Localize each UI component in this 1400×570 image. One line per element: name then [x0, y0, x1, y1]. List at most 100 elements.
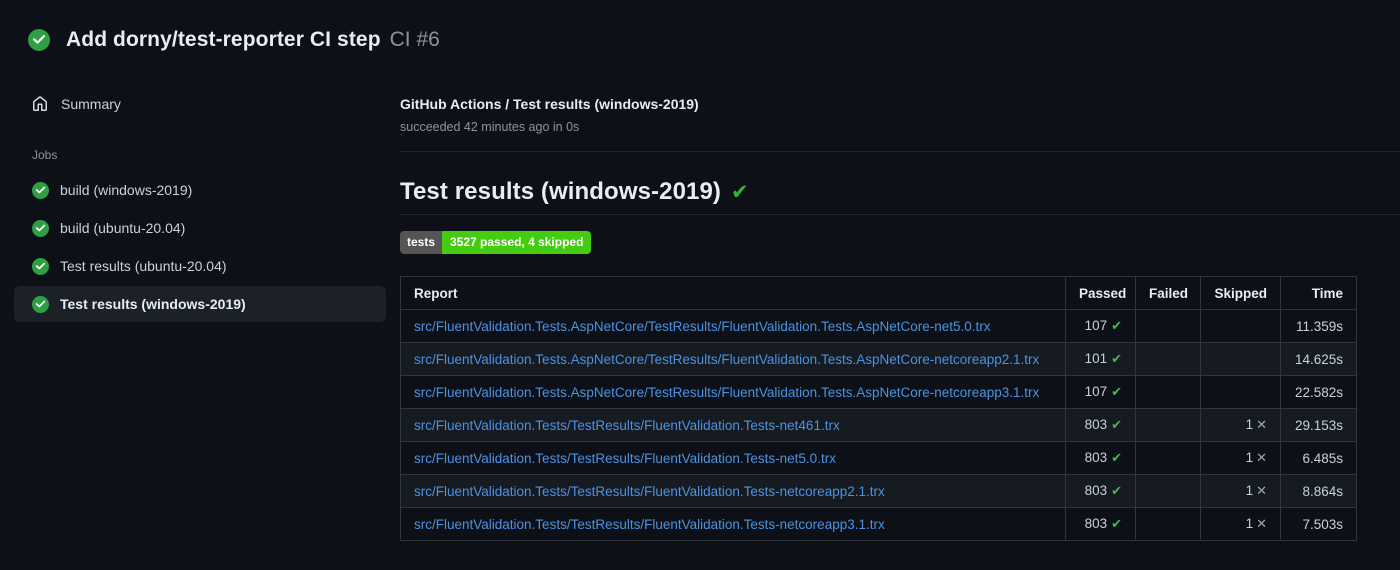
- table-header-row: Report Passed Failed Skipped Time: [400, 276, 1357, 310]
- skipped-x-icon: ✕: [1256, 517, 1267, 532]
- check-run-meta: GitHub Actions / Test results (windows-2…: [400, 96, 1400, 134]
- failed-cell: [1135, 309, 1201, 343]
- report-cell: src/FluentValidation.Tests/TestResults/F…: [400, 507, 1066, 541]
- report-link[interactable]: src/FluentValidation.Tests.AspNetCore/Te…: [414, 319, 991, 334]
- job-success-check-icon: [32, 257, 49, 275]
- skipped-cell: 1 ✕: [1200, 408, 1281, 442]
- report-link[interactable]: src/FluentValidation.Tests/TestResults/F…: [414, 484, 885, 499]
- home-icon: [33, 96, 47, 111]
- passed-check-icon: ✔: [1111, 517, 1122, 532]
- failed-cell: [1135, 474, 1201, 508]
- table-row: src/FluentValidation.Tests.AspNetCore/Te…: [400, 309, 1357, 343]
- jobs-section-label: Jobs: [32, 148, 58, 162]
- time-cell: 22.582s: [1280, 375, 1357, 409]
- passed-cell: 803 ✔: [1065, 474, 1136, 508]
- page-body: Summary Jobs build (windows-2019) build (…: [0, 90, 1400, 541]
- skipped-x-icon: ✕: [1256, 451, 1267, 466]
- failed-cell: [1135, 507, 1201, 541]
- report-link[interactable]: src/FluentValidation.Tests/TestResults/F…: [414, 418, 840, 433]
- time-cell: 8.864s: [1280, 474, 1357, 508]
- report-cell: src/FluentValidation.Tests.AspNetCore/Te…: [400, 342, 1066, 376]
- check-run-status-line: succeeded 42 minutes ago in 0s: [400, 120, 580, 134]
- time-cell: 14.625s: [1280, 342, 1357, 376]
- report-cell: src/FluentValidation.Tests/TestResults/F…: [400, 474, 1066, 508]
- sidebar-item-job[interactable]: build (ubuntu-20.04): [14, 210, 386, 246]
- time-cell: 11.359s: [1280, 309, 1357, 343]
- sidebar-item-job[interactable]: Test results (ubuntu-20.04): [14, 248, 386, 284]
- jobs-list: build (windows-2019) build (ubuntu-20.04)…: [0, 172, 400, 322]
- sidebar-item-job[interactable]: build (windows-2019): [14, 172, 386, 208]
- sidebar-summary-label: Summary: [61, 96, 121, 112]
- sidebar-item-summary[interactable]: Summary: [0, 90, 400, 118]
- table-row: src/FluentValidation.Tests/TestResults/F…: [400, 474, 1357, 508]
- report-heading-text: Test results (windows-2019): [400, 178, 722, 205]
- skipped-cell: [1200, 342, 1281, 376]
- passed-cell: 101 ✔: [1065, 342, 1136, 376]
- report-link[interactable]: src/FluentValidation.Tests/TestResults/F…: [414, 451, 836, 466]
- job-success-check-icon: [32, 219, 49, 237]
- passed-check-icon: ✔: [1111, 319, 1122, 334]
- column-header-failed: Failed: [1135, 276, 1201, 310]
- passed-cell: 107 ✔: [1065, 309, 1136, 343]
- skipped-x-icon: ✕: [1256, 418, 1267, 433]
- heading-success-check-icon: ✔: [731, 180, 749, 204]
- run-title: Add dorny/test-reporter CI step: [66, 28, 381, 51]
- time-cell: 6.485s: [1280, 441, 1357, 475]
- table-row: src/FluentValidation.Tests/TestResults/F…: [400, 408, 1357, 442]
- passed-check-icon: ✔: [1111, 418, 1122, 433]
- tests-badge-value: 3527 passed, 4 skipped: [442, 231, 592, 254]
- time-cell: 29.153s: [1280, 408, 1357, 442]
- tests-badge-label: tests: [400, 231, 443, 254]
- passed-check-icon: ✔: [1111, 451, 1122, 466]
- column-header-passed: Passed: [1065, 276, 1136, 310]
- table-row: src/FluentValidation.Tests/TestResults/F…: [400, 507, 1357, 541]
- passed-check-icon: ✔: [1111, 484, 1122, 499]
- report-link[interactable]: src/FluentValidation.Tests/TestResults/F…: [414, 517, 885, 532]
- test-results-table: Report Passed Failed Skipped Time src/Fl…: [400, 276, 1357, 541]
- skipped-x-icon: ✕: [1256, 484, 1267, 499]
- table-row: src/FluentValidation.Tests/TestResults/F…: [400, 441, 1357, 475]
- report-heading: Test results (windows-2019) ✔: [400, 178, 1400, 215]
- job-label: Test results (ubuntu-20.04): [60, 258, 227, 274]
- tests-badge: tests 3527 passed, 4 skipped: [400, 231, 592, 254]
- passed-check-icon: ✔: [1111, 352, 1122, 367]
- run-number: CI #6: [389, 28, 440, 51]
- report-link[interactable]: src/FluentValidation.Tests.AspNetCore/Te…: [414, 385, 1039, 400]
- job-label: build (ubuntu-20.04): [60, 220, 186, 236]
- failed-cell: [1135, 408, 1201, 442]
- job-label: build (windows-2019): [60, 182, 193, 198]
- time-cell: 7.503s: [1280, 507, 1357, 541]
- table-row: src/FluentValidation.Tests.AspNetCore/Te…: [400, 342, 1357, 376]
- failed-cell: [1135, 375, 1201, 409]
- check-run-title: GitHub Actions / Test results (windows-2…: [400, 96, 699, 112]
- skipped-cell: [1200, 375, 1281, 409]
- report-cell: src/FluentValidation.Tests/TestResults/F…: [400, 408, 1066, 442]
- passed-check-icon: ✔: [1111, 385, 1122, 400]
- column-header-report: Report: [400, 276, 1066, 310]
- success-check-circle-icon: [28, 29, 50, 51]
- job-success-check-icon: [32, 181, 49, 199]
- report-link[interactable]: src/FluentValidation.Tests.AspNetCore/Te…: [414, 352, 1039, 367]
- sidebar: Summary Jobs build (windows-2019) build (…: [0, 90, 400, 541]
- passed-cell: 803 ✔: [1065, 408, 1136, 442]
- passed-cell: 107 ✔: [1065, 375, 1136, 409]
- passed-cell: 803 ✔: [1065, 441, 1136, 475]
- passed-cell: 803 ✔: [1065, 507, 1136, 541]
- failed-cell: [1135, 441, 1201, 475]
- skipped-cell: 1 ✕: [1200, 441, 1281, 475]
- failed-cell: [1135, 342, 1201, 376]
- main-content: GitHub Actions / Test results (windows-2…: [400, 90, 1400, 541]
- check-run-page: Add dorny/test-reporter CI step CI #6 Su…: [0, 0, 1400, 541]
- workflow-run-header: Add dorny/test-reporter CI step CI #6: [0, 0, 1400, 52]
- sidebar-item-job[interactable]: Test results (windows-2019): [14, 286, 386, 322]
- section-divider: [400, 151, 1400, 152]
- report-cell: src/FluentValidation.Tests.AspNetCore/Te…: [400, 309, 1066, 343]
- job-label: Test results (windows-2019): [60, 296, 246, 312]
- column-header-skipped: Skipped: [1200, 276, 1281, 310]
- job-success-check-icon: [32, 295, 49, 313]
- report-cell: src/FluentValidation.Tests/TestResults/F…: [400, 441, 1066, 475]
- column-header-time: Time: [1280, 276, 1357, 310]
- table-row: src/FluentValidation.Tests.AspNetCore/Te…: [400, 375, 1357, 409]
- skipped-cell: [1200, 309, 1281, 343]
- skipped-cell: 1 ✕: [1200, 474, 1281, 508]
